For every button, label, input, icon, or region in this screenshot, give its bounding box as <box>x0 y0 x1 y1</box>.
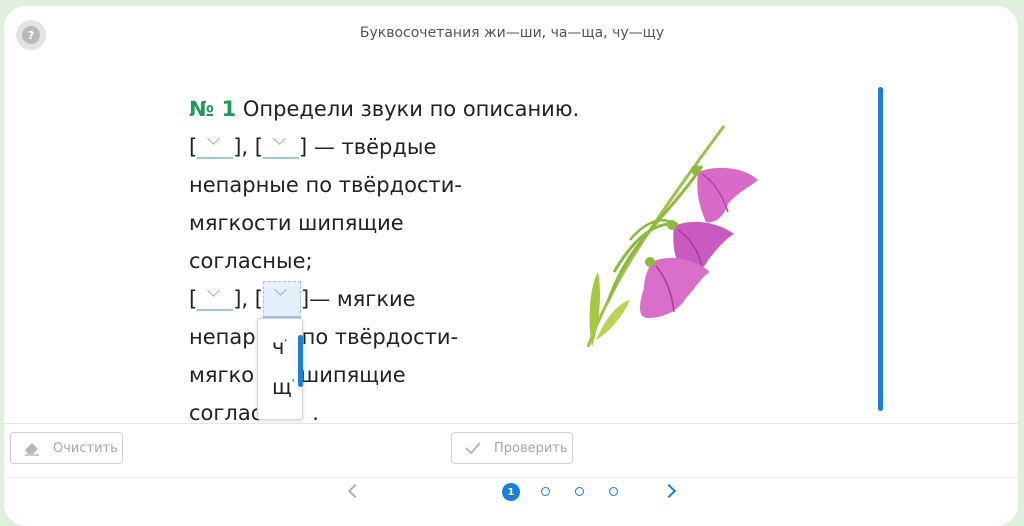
chevron-right-icon[interactable] <box>661 483 677 499</box>
option-letter: щ <box>272 375 292 399</box>
select-soft-2[interactable] <box>262 280 301 318</box>
soft-sounds-line: [ ], [ ]— мягкие <box>189 280 609 318</box>
bracket-text: [ <box>189 135 198 159</box>
check-label: Проверить <box>494 440 568 456</box>
text-line: мягко шипящие <box>189 356 609 394</box>
option-letter: ч <box>272 335 285 359</box>
text-fragment: по твёрдости- <box>301 325 459 349</box>
bracket-text: ], [ <box>233 287 263 311</box>
bellflower-illustration <box>586 125 758 348</box>
instruction-line: № 1 Определи звуки по описанию. <box>189 90 609 128</box>
chevron-down-icon <box>273 132 286 145</box>
exercise-number: № 1 <box>189 97 237 121</box>
text-fragment: соглас <box>189 401 263 425</box>
select-hard-2[interactable] <box>262 131 299 159</box>
clear-button[interactable]: Очистить <box>10 432 123 464</box>
pager: 1 <box>0 483 1024 504</box>
text-line: соглас. <box>189 394 609 432</box>
check-button[interactable]: Проверить <box>451 432 573 464</box>
eraser-icon <box>23 440 41 456</box>
soft-label: ]— мягкие <box>300 287 416 311</box>
hard-sounds-line: [ ], [ ] — твёрдые <box>189 128 609 166</box>
toolbar-divider <box>4 423 1018 424</box>
text-line: согласные; <box>189 249 313 273</box>
text-fragment: шипящие <box>300 363 406 387</box>
text-line: непар по твёрдости- <box>189 318 609 356</box>
select-hard-1[interactable] <box>197 131 234 159</box>
checkmark-icon <box>464 441 482 455</box>
softness-mark: ' <box>291 378 295 389</box>
instruction-text: Определи звуки по описанию. <box>242 97 580 121</box>
softness-mark: ' <box>284 338 288 349</box>
bracket-text: [ <box>189 287 198 311</box>
page-dot-2[interactable] <box>541 487 550 496</box>
text-fragment: мягко <box>189 363 255 387</box>
text-fragment: непар <box>189 325 256 349</box>
select-soft-1[interactable] <box>197 283 234 311</box>
text-fragment: . <box>312 401 319 425</box>
bracket-text: ], [ <box>233 135 263 159</box>
page-dot-1[interactable]: 1 <box>502 483 520 501</box>
dropdown-option-ch[interactable]: ч' <box>272 335 287 359</box>
chevron-down-icon <box>207 284 221 297</box>
pager-divider <box>4 477 1018 478</box>
page-title: Буквосочетания жи—ши, ча—ща, чу—щу <box>359 25 665 41</box>
text-line: мягкости шипящие <box>189 211 404 235</box>
dropdown-option-shch[interactable]: щ' <box>272 375 295 399</box>
content-scrollbar[interactable] <box>878 87 883 411</box>
hard-label: ] — твёрдые <box>298 135 437 159</box>
page-dot-3[interactable] <box>575 487 584 496</box>
chevron-left-icon[interactable] <box>347 483 363 499</box>
exercise-text: № 1 Определи звуки по описанию. [ ], [ ] —… <box>189 90 609 432</box>
dropdown-scrollbar[interactable] <box>298 335 303 387</box>
page-dot-4[interactable] <box>609 487 618 496</box>
text-line: непарные по твёрдости- <box>189 173 462 197</box>
clear-label: Очистить <box>53 440 118 456</box>
chevron-down-icon <box>207 132 221 145</box>
dropdown-menu: ч' щ' <box>257 318 303 420</box>
chevron-down-icon <box>274 282 287 296</box>
